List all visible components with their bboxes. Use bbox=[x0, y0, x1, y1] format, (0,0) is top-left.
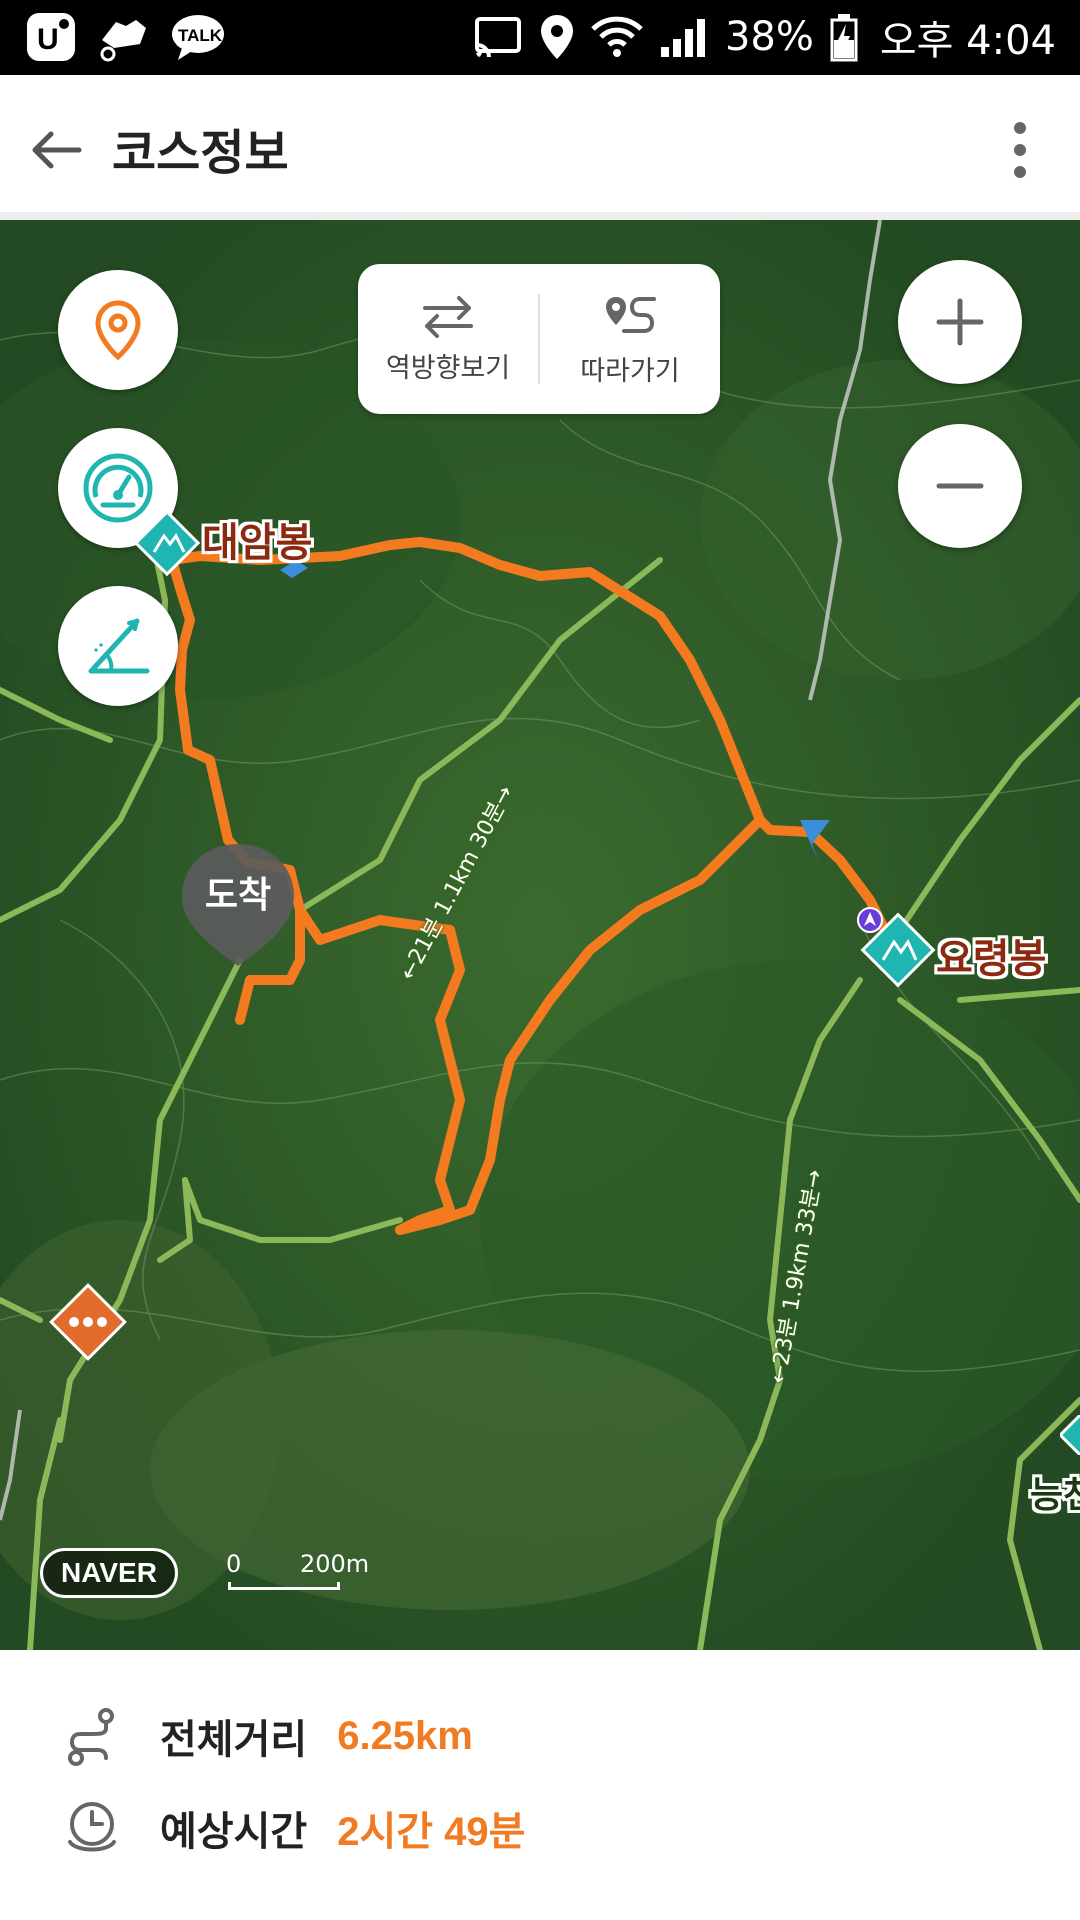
clock: 오후 4:04 bbox=[879, 18, 1056, 64]
arrival-label: 도착 bbox=[204, 875, 272, 916]
peak-marker-daeambong[interactable] bbox=[132, 508, 202, 578]
distance-label: 전체거리 bbox=[160, 1717, 308, 1763]
peak-label-yoryeongbong: 요령봉 bbox=[936, 936, 1047, 982]
route-distance-icon bbox=[68, 1708, 114, 1766]
location-icon bbox=[539, 13, 575, 61]
route-mode-control: 역방향보기 따라가기 bbox=[358, 264, 720, 414]
page-title: 코스정보 bbox=[112, 125, 289, 181]
plus-icon bbox=[936, 298, 984, 346]
follow-route-label: 따라가기 bbox=[580, 355, 680, 387]
time-label: 예상시간 bbox=[160, 1809, 308, 1855]
location-pin-icon bbox=[95, 300, 141, 361]
battery-percent: 38% bbox=[724, 14, 814, 60]
zoom-out-button[interactable] bbox=[898, 424, 1022, 548]
map-scale: 0 200m bbox=[226, 1550, 369, 1594]
swap-arrows-icon bbox=[423, 295, 473, 338]
naver-logo: NAVER bbox=[40, 1548, 178, 1598]
time-value: 2시간 49분 bbox=[337, 1810, 526, 1854]
slope-icon bbox=[88, 618, 150, 674]
back-button[interactable] bbox=[20, 115, 90, 185]
distance-row: 전체거리 6.25km bbox=[62, 1706, 473, 1766]
talk-icon: TALK bbox=[170, 12, 226, 62]
scale-zero: 0 bbox=[226, 1550, 242, 1578]
app-bar: 코스정보 bbox=[0, 75, 1080, 220]
zoom-in-button[interactable] bbox=[898, 260, 1022, 384]
more-options-button[interactable] bbox=[990, 115, 1050, 185]
arrival-pin[interactable]: 도착 bbox=[178, 840, 298, 970]
scale-bar bbox=[228, 1582, 340, 1590]
minus-icon bbox=[936, 483, 984, 489]
signal-icon bbox=[659, 15, 709, 59]
arrow-left-icon bbox=[32, 131, 82, 169]
more-vert-icon bbox=[1014, 122, 1026, 178]
elevation-button[interactable] bbox=[58, 586, 178, 706]
reverse-direction-button[interactable]: 역방향보기 bbox=[358, 264, 538, 414]
uplus-icon: U bbox=[24, 10, 78, 64]
route-follow-icon bbox=[606, 296, 656, 333]
reverse-direction-label: 역방향보기 bbox=[385, 352, 511, 384]
start-point-icon bbox=[857, 907, 883, 933]
course-info-panel: 전체거리 6.25km 예상시간 2시간 49분 bbox=[0, 1650, 1080, 1920]
follow-route-button[interactable]: 따라가기 bbox=[540, 264, 720, 414]
sneaker-icon bbox=[96, 10, 152, 64]
distance-value: 6.25km bbox=[337, 1713, 473, 1758]
peak-label-partial: 능천 bbox=[1030, 1475, 1080, 1516]
battery-icon bbox=[830, 12, 858, 62]
map-view[interactable]: 역방향보기 따라가기 대암봉 요령봉 능천 ←21분 1.1km 30분→ ←2… bbox=[0, 220, 1080, 1650]
time-row: 예상시간 2시간 49분 bbox=[62, 1798, 525, 1858]
svg-text:TALK: TALK bbox=[178, 26, 223, 45]
my-location-button[interactable] bbox=[58, 270, 178, 390]
cast-icon bbox=[473, 15, 523, 59]
svg-text:U: U bbox=[37, 23, 59, 56]
clock-icon bbox=[68, 1802, 116, 1852]
scale-value: 200m bbox=[300, 1550, 370, 1578]
peak-marker-partial bbox=[1060, 1415, 1080, 1455]
status-bar: U TALK 38% 오후 4:04 bbox=[0, 0, 1080, 75]
wifi-icon bbox=[591, 15, 643, 59]
poi-more-icon[interactable] bbox=[48, 1282, 128, 1362]
peak-label-daeambong: 대암봉 bbox=[202, 520, 313, 566]
